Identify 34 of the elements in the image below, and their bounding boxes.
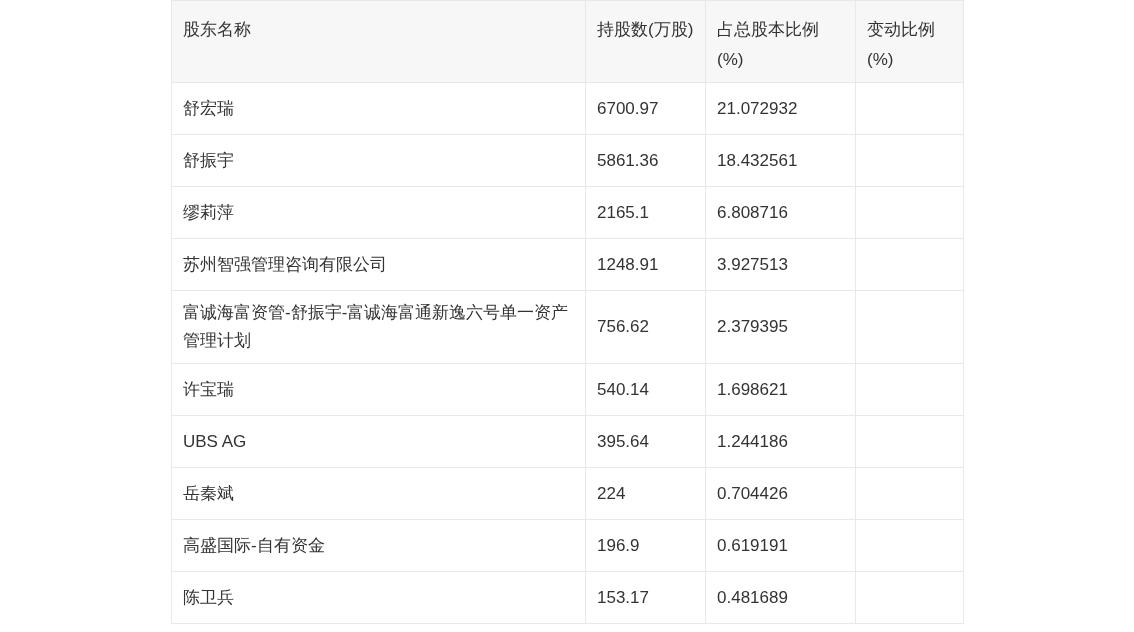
table-cell: 0.704426 [705, 467, 856, 520]
table-cell: 岳秦斌 [171, 467, 586, 520]
table-cell: 21.072932 [705, 82, 856, 135]
table-cell: 224 [585, 467, 706, 520]
table-cell: 许宝瑞 [171, 363, 586, 416]
table-cell: 舒振宇 [171, 134, 586, 187]
table-cell: 153.17 [585, 571, 706, 624]
table-cell: 2.379395 [705, 290, 856, 364]
table-cell: 540.14 [585, 363, 706, 416]
table-cell: 苏州智强管理咨询有限公司 [171, 238, 586, 291]
table-cell: 0.481689 [705, 571, 856, 624]
table-cell: 高盛国际-自有资金 [171, 519, 586, 572]
table-cell: 3.927513 [705, 238, 856, 291]
table-cell: 陈卫兵 [171, 571, 586, 624]
table-cell: 0.619191 [705, 519, 856, 572]
table-cell: 1.698621 [705, 363, 856, 416]
table-cell: 756.62 [585, 290, 706, 364]
column-header: 占总股本比例(%) [705, 0, 856, 83]
table-cell: 5861.36 [585, 134, 706, 187]
column-header: 变动比例(%) [855, 0, 964, 83]
column-header: 持股数(万股) [585, 0, 706, 83]
table-cell: 富诚海富资管-舒振宇-富诚海富通新逸六号单一资产管理计划 [171, 290, 586, 364]
table-cell: 缪莉萍 [171, 186, 586, 239]
table-cell: 1.244186 [705, 415, 856, 468]
column-header: 股东名称 [171, 0, 586, 83]
table-cell: 196.9 [585, 519, 706, 572]
table-cell: 1248.91 [585, 238, 706, 291]
table-cell: 395.64 [585, 415, 706, 468]
table-cell: UBS AG [171, 415, 586, 468]
table-cell: 18.432561 [705, 134, 856, 187]
table-cell: 6.808716 [705, 186, 856, 239]
table-cell: 6700.97 [585, 82, 706, 135]
table-cell: 舒宏瑞 [171, 82, 586, 135]
table-cell: 2165.1 [585, 186, 706, 239]
